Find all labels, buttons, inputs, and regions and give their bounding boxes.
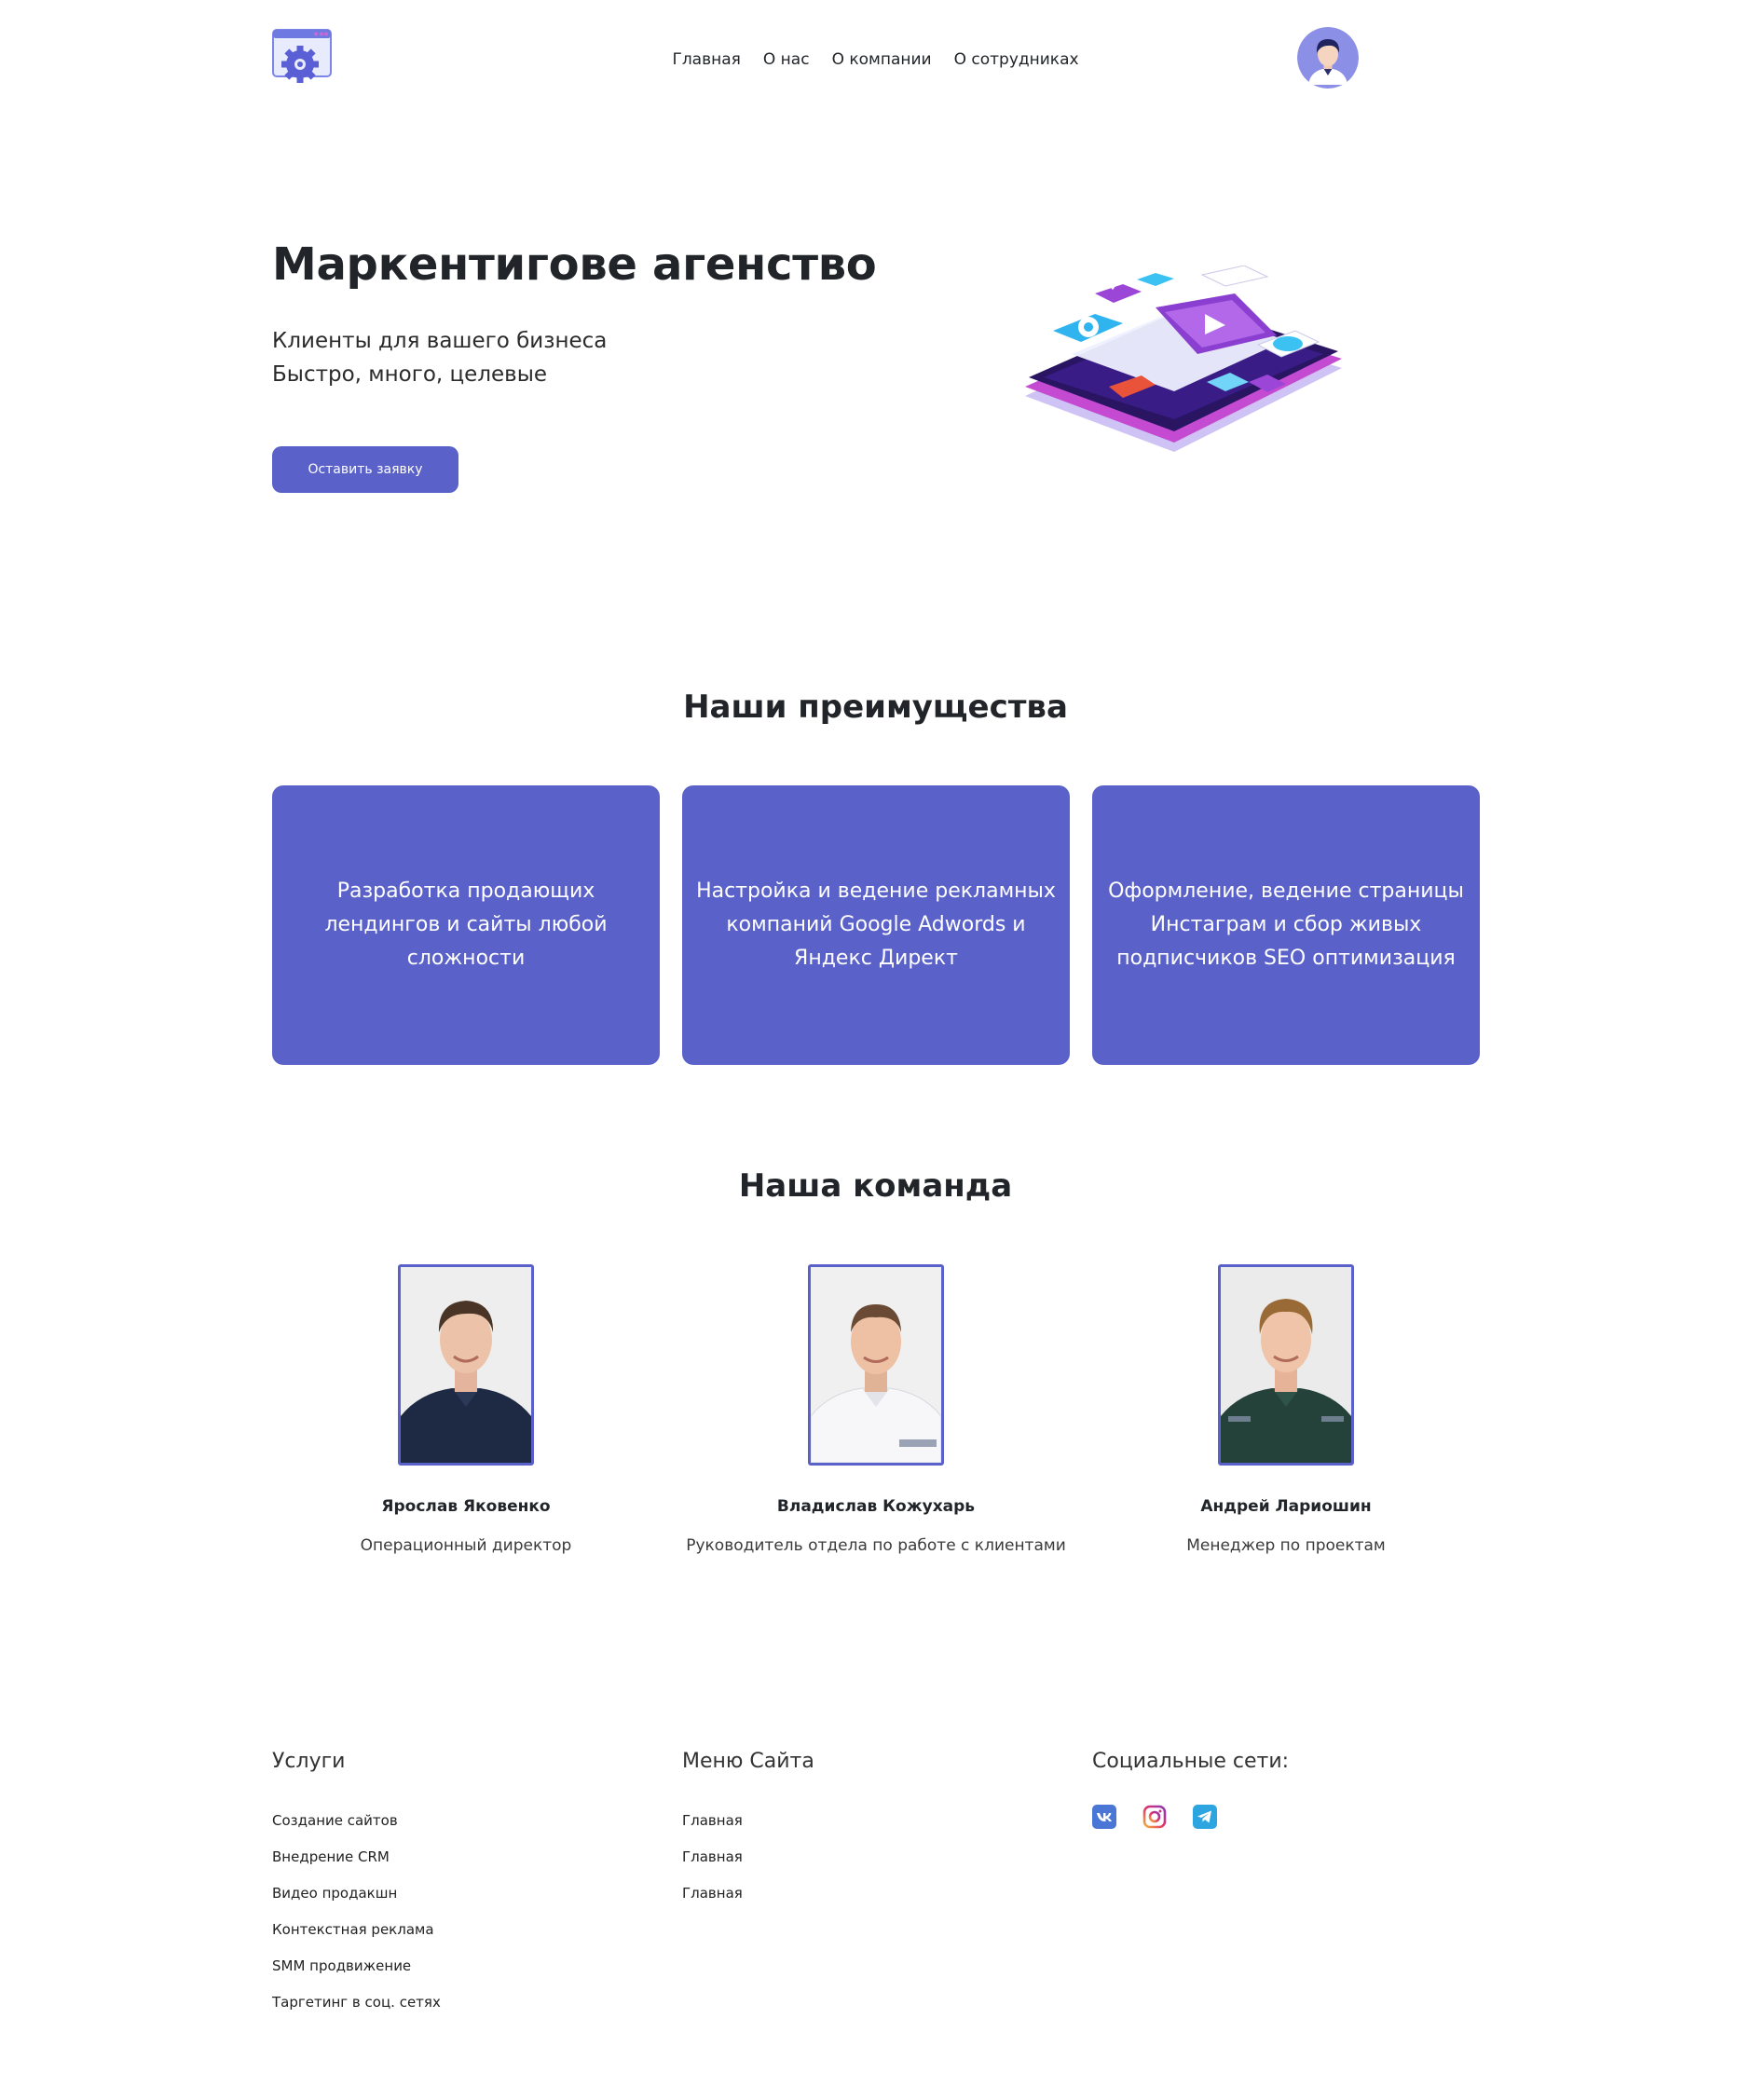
- nav-staff[interactable]: О сотрудниках: [954, 45, 1079, 75]
- advantage-card: Настройка и ведение рекламных компаний G…: [682, 785, 1070, 1065]
- request-button[interactable]: Оставить заявку: [272, 446, 458, 493]
- team-photo: [808, 1264, 944, 1466]
- footer-service-link[interactable]: Внедрение CRM: [272, 1839, 441, 1875]
- team-member-role: Руководитель отдела по работе с клиентам…: [686, 1536, 1066, 1555]
- telegram-icon[interactable]: [1193, 1805, 1217, 1829]
- instagram-icon[interactable]: [1142, 1805, 1167, 1829]
- nav-company[interactable]: О компании: [832, 45, 932, 75]
- hero-subtitle: Клиенты для вашего бизнеса Быстро, много…: [272, 324, 607, 391]
- footer-menu-link[interactable]: Главная: [682, 1803, 743, 1839]
- team-member-name: Андрей Лариошин: [1200, 1497, 1372, 1516]
- footer-menu-link[interactable]: Главная: [682, 1875, 743, 1912]
- team-title: Наша команда: [738, 1167, 1013, 1205]
- vk-icon[interactable]: [1092, 1805, 1116, 1829]
- footer-menu-link[interactable]: Главная: [682, 1839, 743, 1875]
- advantage-card: Разработка продающих лендингов и сайты л…: [272, 785, 660, 1065]
- footer-service-link[interactable]: Создание сайтов: [272, 1803, 441, 1839]
- advantage-card: Оформление, ведение страницы Инстаграм и…: [1092, 785, 1480, 1065]
- team-member-name: Владислав Кожухарь: [776, 1497, 976, 1516]
- footer-service-link[interactable]: Таргетинг в соц. сетях: [272, 1984, 441, 2021]
- team-member-role: Операционный директор: [360, 1536, 572, 1555]
- footer-services-title: Услуги: [272, 1750, 346, 1773]
- hero-subtitle-line1: Клиенты для вашего бизнеса: [272, 329, 608, 353]
- hero-title: Маркентигове агенство: [272, 239, 877, 291]
- nav-home[interactable]: Главная: [672, 45, 740, 75]
- team-photo: [1218, 1264, 1354, 1466]
- hero-illustration: [1016, 265, 1351, 480]
- hero-subtitle-line2: Быстро, много, целевые: [272, 362, 548, 387]
- main-nav: Главная О нас О компании О сотрудниках: [0, 45, 1751, 75]
- user-avatar[interactable]: [1297, 27, 1359, 89]
- nav-about[interactable]: О нас: [763, 45, 810, 75]
- team-member-role: Менеджер по проектам: [1186, 1536, 1386, 1555]
- footer-service-link[interactable]: SMM продвижение: [272, 1948, 441, 1984]
- advantages-title: Наши преимущества: [683, 689, 1068, 726]
- footer-services-list: Создание сайтов Внедрение CRM Видео прод…: [272, 1803, 441, 2021]
- team-photo: [398, 1264, 534, 1466]
- footer-service-link[interactable]: Видео продакшн: [272, 1875, 441, 1912]
- footer-service-link[interactable]: Контекстная реклама: [272, 1912, 441, 1948]
- footer-social-title: Социальные сети:: [1092, 1750, 1290, 1773]
- footer-menu-list: Главная Главная Главная: [682, 1803, 743, 1912]
- team-member-name: Ярослав Яковенко: [381, 1497, 551, 1516]
- footer-menu-title: Меню Сайта: [682, 1750, 814, 1773]
